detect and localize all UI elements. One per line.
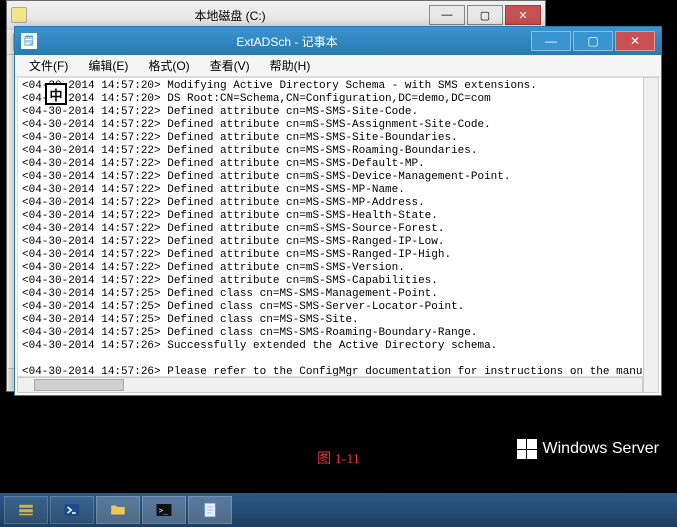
notepad-window-controls: — ▢ ✕ [529,31,655,51]
taskbar-cmd[interactable]: >_ [142,496,186,524]
notepad-text-content[interactable]: <04-30-2014 14:57:20> Modifying Active D… [18,78,658,377]
taskbar-server-manager[interactable] [4,496,48,524]
menu-edit[interactable]: 编辑(E) [78,57,138,74]
close-button[interactable]: ✕ [505,5,541,25]
branding-text: Windows Server [543,440,659,458]
windows-logo-icon [517,439,537,459]
menu-file[interactable]: 文件(F) [19,57,78,74]
taskbar-notepad[interactable] [188,496,232,524]
maximize-button[interactable]: ▢ [467,5,503,25]
ime-indicator[interactable]: 中 [45,83,67,105]
taskbar-file-explorer[interactable] [96,496,140,524]
menu-help[interactable]: 帮助(H) [260,57,321,74]
menu-format[interactable]: 格式(O) [138,57,199,74]
taskbar-powershell[interactable] [50,496,94,524]
vertical-scrollbar[interactable] [643,77,659,393]
notepad-icon [201,501,219,519]
notepad-title: ExtADSch - 记事本 [45,33,529,50]
minimize-button[interactable]: — [429,5,465,25]
horizontal-scrollbar[interactable] [17,377,643,393]
notepad-titlebar[interactable]: 🗒 ExtADSch - 记事本 — ▢ ✕ [15,27,661,55]
drive-icon [11,7,27,23]
scrollbar-thumb[interactable] [34,379,124,391]
notepad-window: 🗒 ExtADSch - 记事本 — ▢ ✕ 文件(F) 编辑(E) 格式(O)… [14,26,662,396]
explorer-window-controls: — ▢ ✕ [427,5,541,25]
server-manager-icon [17,501,35,519]
minimize-button[interactable]: — [531,31,571,51]
notepad-text-area[interactable]: <04-30-2014 14:57:20> Modifying Active D… [17,77,659,377]
taskbar: >_ [0,493,677,527]
svg-text:>_: >_ [159,506,169,515]
explorer-title: 本地磁盘 (C:) [33,7,427,24]
folder-icon [109,501,127,519]
menu-view[interactable]: 查看(V) [200,57,260,74]
close-button[interactable]: ✕ [615,31,655,51]
maximize-button[interactable]: ▢ [573,31,613,51]
powershell-icon [63,501,81,519]
notepad-icon: 🗒 [21,33,37,49]
cmd-icon: >_ [155,501,173,519]
windows-server-branding: Windows Server [517,439,659,459]
explorer-titlebar[interactable]: 本地磁盘 (C:) — ▢ ✕ [7,1,545,29]
notepad-menu-bar: 文件(F) 编辑(E) 格式(O) 查看(V) 帮助(H) [15,55,661,77]
